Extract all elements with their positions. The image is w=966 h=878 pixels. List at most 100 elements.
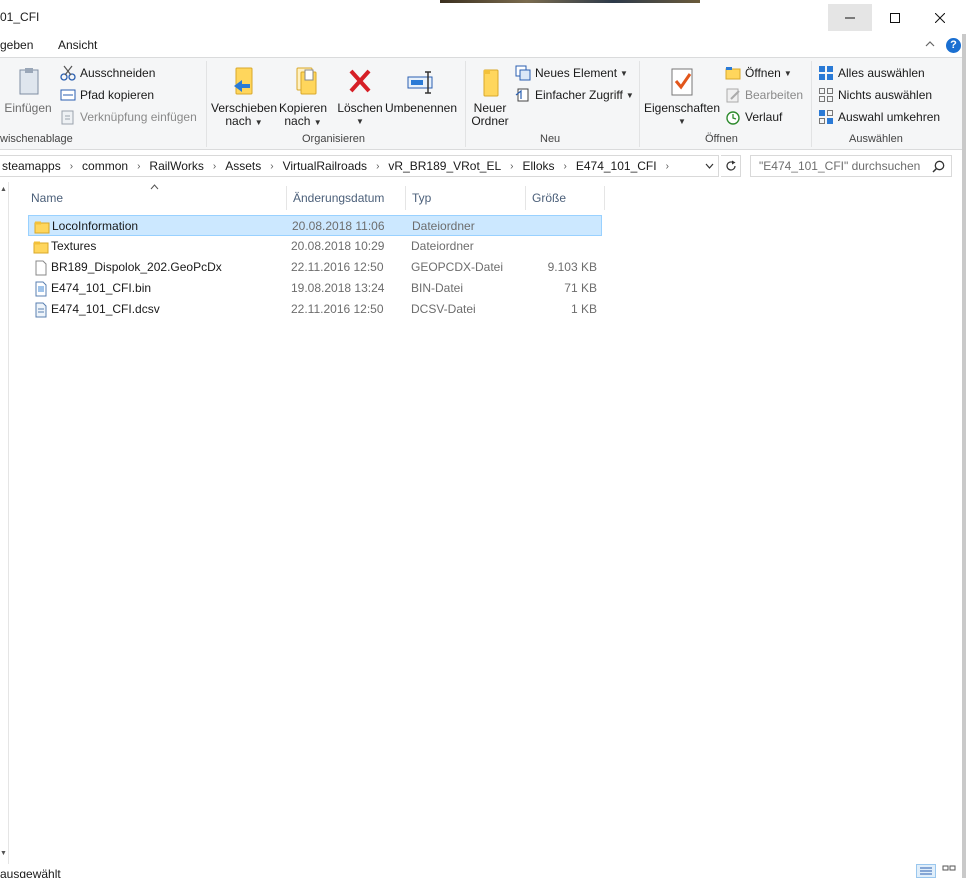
column-header-date[interactable]: Änderungsdatum <box>287 186 406 210</box>
background-strip <box>440 0 700 3</box>
divider <box>811 61 812 147</box>
details-view-button[interactable] <box>916 864 936 878</box>
invert-selection-button[interactable]: Auswahl umkehren <box>818 107 940 127</box>
invert-selection-icon <box>818 109 834 125</box>
column-header-label: Größe <box>532 191 567 205</box>
minimize-icon <box>845 17 855 18</box>
breadcrumb-item[interactable]: RailWorks <box>147 159 205 173</box>
new-folder-button[interactable]: Neuer Ordner <box>469 66 511 128</box>
move-to-label-2: nach <box>225 114 252 128</box>
window-border <box>962 34 966 878</box>
new-item-icon <box>515 65 531 81</box>
chevron-right-icon[interactable]: › <box>659 161 676 172</box>
copy-path-button[interactable]: Pfad kopieren <box>60 85 154 105</box>
easy-access-label: Einfacher Zugriff <box>535 88 623 102</box>
delete-button[interactable]: Löschen ▼ <box>337 66 383 128</box>
easy-access-button[interactable]: Einfacher Zugriff ▼ <box>515 85 634 105</box>
column-header-label: Änderungsdatum <box>293 191 385 205</box>
move-to-icon <box>228 66 260 98</box>
select-all-label: Alles auswählen <box>838 66 925 80</box>
chevron-up-icon[interactable] <box>925 38 935 50</box>
properties-button[interactable]: Eigenschaften ▼ <box>644 66 720 128</box>
file-size: 9.103 KB <box>547 260 597 274</box>
organize-group-label: Organisieren <box>302 133 365 145</box>
chevron-down-icon: ▼ <box>678 117 686 126</box>
breadcrumb-item[interactable]: steamapps <box>0 159 63 173</box>
breadcrumb-item[interactable]: common <box>80 159 130 173</box>
list-item[interactable]: LocoInformation 20.08.2018 11:06 Dateiordn… <box>28 215 602 236</box>
tiles-view-button[interactable] <box>940 864 960 878</box>
move-to-button[interactable]: Verschieben nach ▼ <box>211 66 277 129</box>
new-folder-label-2: Ordner <box>471 114 509 128</box>
title-bar: 01_CFI <box>0 0 966 34</box>
list-item[interactable]: E474_101_CFI.dcsv 22.11.2016 12:50 DCSV-Da… <box>28 299 602 320</box>
list-item[interactable]: Textures 20.08.2018 10:29 Dateiordner <box>28 236 602 257</box>
copy-to-button[interactable]: Kopieren nach ▼ <box>278 66 328 129</box>
scissors-icon <box>60 65 76 81</box>
paste-shortcut-button[interactable]: Verknüpfung einfügen <box>60 107 197 127</box>
tiles-view-icon <box>942 865 956 871</box>
breadcrumb[interactable]: steamapps › common › RailWorks › Assets › Virtua… <box>0 155 719 177</box>
chevron-right-icon[interactable]: › <box>503 161 520 172</box>
clipboard-group-label: wischenablage <box>0 133 73 145</box>
chevron-right-icon[interactable]: › <box>369 161 386 172</box>
chevron-down-icon[interactable] <box>700 155 719 177</box>
maximize-button[interactable] <box>873 4 917 31</box>
column-header-name[interactable]: Name <box>25 186 287 210</box>
tab-share[interactable]: geben <box>0 38 33 52</box>
scroll-down-icon[interactable]: ▼ <box>0 850 7 857</box>
new-group-label: Neu <box>540 133 561 145</box>
help-icon[interactable]: ? <box>946 38 961 53</box>
chevron-down-icon: ▼ <box>783 68 792 78</box>
tab-view[interactable]: Ansicht <box>58 38 97 52</box>
copy-to-icon <box>287 66 319 98</box>
paste-shortcut-icon <box>60 109 76 125</box>
chevron-right-icon[interactable]: › <box>130 161 147 172</box>
chevron-down-icon: ▼ <box>313 118 322 127</box>
open-button[interactable]: Öffnen ▼ <box>725 63 792 83</box>
breadcrumb-item[interactable]: Elloks <box>520 159 556 173</box>
chevron-right-icon[interactable]: › <box>263 161 280 172</box>
column-header-size[interactable]: Größe <box>526 186 605 210</box>
refresh-button[interactable] <box>721 155 741 177</box>
breadcrumb-item[interactable]: VirtualRailroads <box>281 159 370 173</box>
select-all-button[interactable]: Alles auswählen <box>818 63 925 83</box>
rename-icon <box>405 66 437 98</box>
breadcrumb-item[interactable]: Assets <box>223 159 263 173</box>
nav-pane-scrollbar[interactable]: ▲ ▼ <box>0 182 9 864</box>
chevron-right-icon[interactable]: › <box>557 161 574 172</box>
window-title: 01_CFI <box>0 10 40 24</box>
breadcrumb-item[interactable]: vR_BR189_VRot_EL <box>386 159 503 173</box>
search-input[interactable] <box>751 159 926 173</box>
file-type: DCSV-Datei <box>411 302 476 316</box>
paste-button[interactable]: Einfügen <box>0 66 56 115</box>
chevron-right-icon[interactable]: › <box>206 161 223 172</box>
file-name: E474_101_CFI.bin <box>51 281 152 295</box>
refresh-icon <box>725 160 736 171</box>
file-name: LocoInformation <box>52 219 139 233</box>
chevron-down-icon: ▼ <box>620 68 628 78</box>
ribbon: Einfügen Ausschneiden Pfad kopieren Verk… <box>0 57 966 150</box>
search-box[interactable] <box>750 155 952 177</box>
edit-label: Bearbeiten <box>745 88 804 102</box>
file-name: E474_101_CFI.dcsv <box>51 302 160 316</box>
search-icon[interactable] <box>932 160 945 176</box>
close-button[interactable] <box>918 4 962 31</box>
file-type: Dateiordner <box>412 219 475 233</box>
list-item[interactable]: BR189_Dispolok_202.GeoPcDx 22.11.2016 12:… <box>28 257 602 278</box>
history-button[interactable]: Verlauf <box>725 107 782 127</box>
properties-label: Eigenschaften <box>643 101 721 115</box>
rename-button[interactable]: Umbenennen <box>385 66 457 115</box>
chevron-right-icon[interactable]: › <box>63 161 80 172</box>
file-name: Textures <box>51 239 97 253</box>
select-none-button[interactable]: Nichts auswählen <box>818 85 932 105</box>
minimize-button[interactable] <box>828 4 872 31</box>
edit-button[interactable]: Bearbeiten <box>725 85 803 105</box>
column-header-type[interactable]: Typ <box>406 186 526 210</box>
breadcrumb-item[interactable]: E474_101_CFI <box>574 159 659 173</box>
cut-button[interactable]: Ausschneiden <box>60 63 155 83</box>
list-item[interactable]: E474_101_CFI.bin 19.08.2018 13:24 BIN-Date… <box>28 278 602 299</box>
new-item-button[interactable]: Neues Element ▼ <box>515 63 628 83</box>
scroll-up-icon[interactable]: ▲ <box>0 186 7 193</box>
file-date: 20.08.2018 11:06 <box>292 219 385 233</box>
